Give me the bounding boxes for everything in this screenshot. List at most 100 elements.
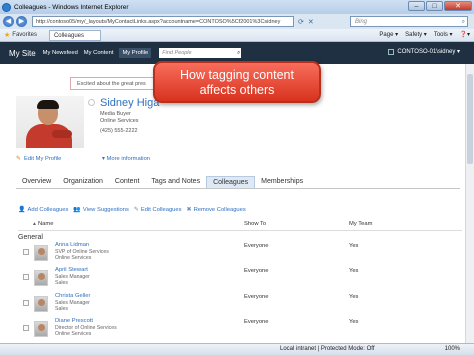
command-bar: Page ▾ Safety ▾ Tools ▾ ❓▾ [372, 30, 470, 41]
tab-tags-and-notes[interactable]: Tags and Notes [145, 176, 206, 188]
presence-icon [88, 99, 95, 106]
remove-colleagues-button[interactable]: ✖ Remove Colleagues [186, 206, 246, 214]
colleague-details: Sales Manager Sales [55, 300, 155, 312]
search-icon[interactable]: ⌕ [462, 17, 465, 27]
colleague-details: SVP of Online Services Online Services [55, 249, 155, 261]
row-checkbox[interactable] [23, 274, 29, 280]
profile-tabs: Overview Organization Content Tags and N… [16, 176, 460, 189]
tab-organization[interactable]: Organization [57, 176, 109, 188]
more-information-link[interactable]: ▾ More information [102, 156, 150, 162]
colleagues-toolbar: 👤 Add Colleagues 👥 View Suggestions ✎ Edit … [18, 206, 251, 214]
page-menu[interactable]: Page ▾ [379, 30, 398, 41]
show-to-value: Everyone [244, 294, 269, 300]
suggestions-icon: 👥 [73, 207, 81, 213]
favorites-star-icon[interactable]: ★ [4, 31, 10, 39]
tools-menu[interactable]: Tools ▾ [434, 30, 453, 41]
profile-phone: (425) 555-2222 [100, 128, 138, 134]
status-message-box[interactable]: Excited about the great pres [70, 77, 166, 90]
avatar [34, 296, 48, 312]
more-info-label: More information [106, 156, 151, 162]
tab-overview[interactable]: Overview [16, 176, 57, 188]
ie-logo-icon [2, 2, 11, 12]
group-general: General [18, 234, 43, 241]
profile-title-block: Media Buyer Online Services [100, 111, 160, 125]
column-name[interactable]: Name [38, 221, 53, 227]
site-title[interactable]: My Site [9, 49, 36, 58]
maximize-button[interactable]: □ [426, 1, 443, 11]
find-people-placeholder: Find People [162, 50, 192, 56]
colleague-department: Sales [55, 306, 68, 312]
vertical-scrollbar[interactable] [465, 64, 474, 343]
help-menu[interactable]: ❓▾ [460, 30, 470, 41]
colleague-department: Sales [55, 280, 68, 286]
profile-job-title: Media Buyer [100, 111, 131, 117]
zoom-level[interactable]: 100% [445, 346, 460, 352]
nav-my-content[interactable]: My Content [84, 50, 114, 56]
window-titlebar: Colleagues - Windows Internet Explorer –… [0, 0, 474, 14]
window-title: Colleagues - Windows Internet Explorer [14, 3, 129, 11]
refresh-icon[interactable]: ⟳ [298, 18, 304, 26]
favorites-bar: ★ Favorites Colleagues Page ▾ Safety ▾ T… [0, 29, 474, 42]
colleague-name[interactable]: Anna Lidman [55, 242, 89, 248]
browser-tab-colleagues[interactable]: Colleagues [48, 29, 101, 41]
profile-department: Online Services [100, 118, 139, 124]
avatar [34, 321, 48, 337]
nav-my-newsfeed[interactable]: My Newsfeed [43, 50, 78, 56]
tab-colleagues[interactable]: Colleagues [206, 176, 256, 188]
search-input[interactable]: Bing ⌕ [350, 16, 468, 27]
favorites-button[interactable]: Favorites [12, 32, 37, 38]
callout-line-2: affects others [199, 83, 275, 97]
profile-name: Sidney Higa [100, 97, 160, 109]
edit-colleagues-button[interactable]: ✎ Edit Colleagues [133, 206, 182, 214]
nav-my-profile[interactable]: My Profile [119, 48, 152, 58]
add-colleagues-button[interactable]: 👤 Add Colleagues [18, 206, 69, 214]
minimize-button[interactable]: – [408, 1, 425, 11]
edit-profile-label: Edit My Profile [24, 155, 62, 162]
view-suggestions-button[interactable]: 👥 View Suggestions [73, 206, 128, 214]
back-button[interactable]: ◀ [3, 16, 14, 27]
colleague-name[interactable]: Christa Geller [55, 293, 90, 299]
forward-button[interactable]: ▶ [16, 16, 27, 27]
colleague-name[interactable]: April Stewart [55, 267, 88, 273]
colleague-department: Online Services [55, 255, 92, 261]
show-to-value: Everyone [244, 268, 269, 274]
remove-colleagues-label: Remove Colleagues [193, 206, 246, 213]
close-button[interactable]: ✕ [444, 1, 472, 11]
row-checkbox[interactable] [23, 249, 29, 255]
url-field[interactable]: http://contoso05/my/_layouts/MyContactLi… [32, 16, 294, 27]
show-to-value: Everyone [244, 243, 269, 249]
colleague-department: Online Services [55, 331, 92, 337]
stop-icon[interactable]: ✕ [308, 18, 314, 26]
user-label: CONTOSO-01\sidney ▾ [397, 49, 460, 55]
find-people-search-icon[interactable]: ⌕ [237, 48, 240, 58]
avatar [34, 270, 48, 286]
edit-profile-link[interactable]: ✎ Edit My Profile [16, 155, 62, 163]
remove-user-icon: ✖ [186, 207, 192, 213]
add-colleagues-label: Add Colleagues [27, 206, 69, 213]
sort-ascending-icon: ▲ [32, 221, 37, 227]
my-team-value: Yes [349, 243, 359, 249]
scrollbar-thumb[interactable] [467, 74, 473, 164]
edit-users-icon: ✎ [133, 207, 139, 213]
avatar [34, 245, 48, 261]
add-user-icon: 👤 [18, 207, 26, 213]
my-team-value: Yes [349, 294, 359, 300]
row-checkbox[interactable] [23, 300, 29, 306]
callout-line-1: How tagging content [180, 68, 294, 82]
profile-photo [16, 96, 84, 148]
edit-colleagues-label: Edit Colleagues [140, 206, 182, 213]
find-people-input[interactable]: Find People ⌕ [159, 48, 242, 58]
my-team-value: Yes [349, 268, 359, 274]
window-controls: – □ ✕ [407, 1, 472, 11]
column-show-to[interactable]: Show To [244, 221, 266, 227]
tutorial-callout: How tagging content affects others [153, 61, 321, 103]
user-icon [388, 48, 395, 55]
user-menu[interactable]: CONTOSO-01\sidney ▾ [388, 48, 460, 55]
tab-content[interactable]: Content [109, 176, 146, 188]
row-checkbox[interactable] [23, 325, 29, 331]
colleague-name[interactable]: Diane Prescott [55, 318, 93, 324]
column-my-team[interactable]: My Team [349, 221, 372, 227]
show-to-value: Everyone [244, 319, 269, 325]
tab-memberships[interactable]: Memberships [255, 176, 309, 188]
safety-menu[interactable]: Safety ▾ [405, 30, 427, 41]
